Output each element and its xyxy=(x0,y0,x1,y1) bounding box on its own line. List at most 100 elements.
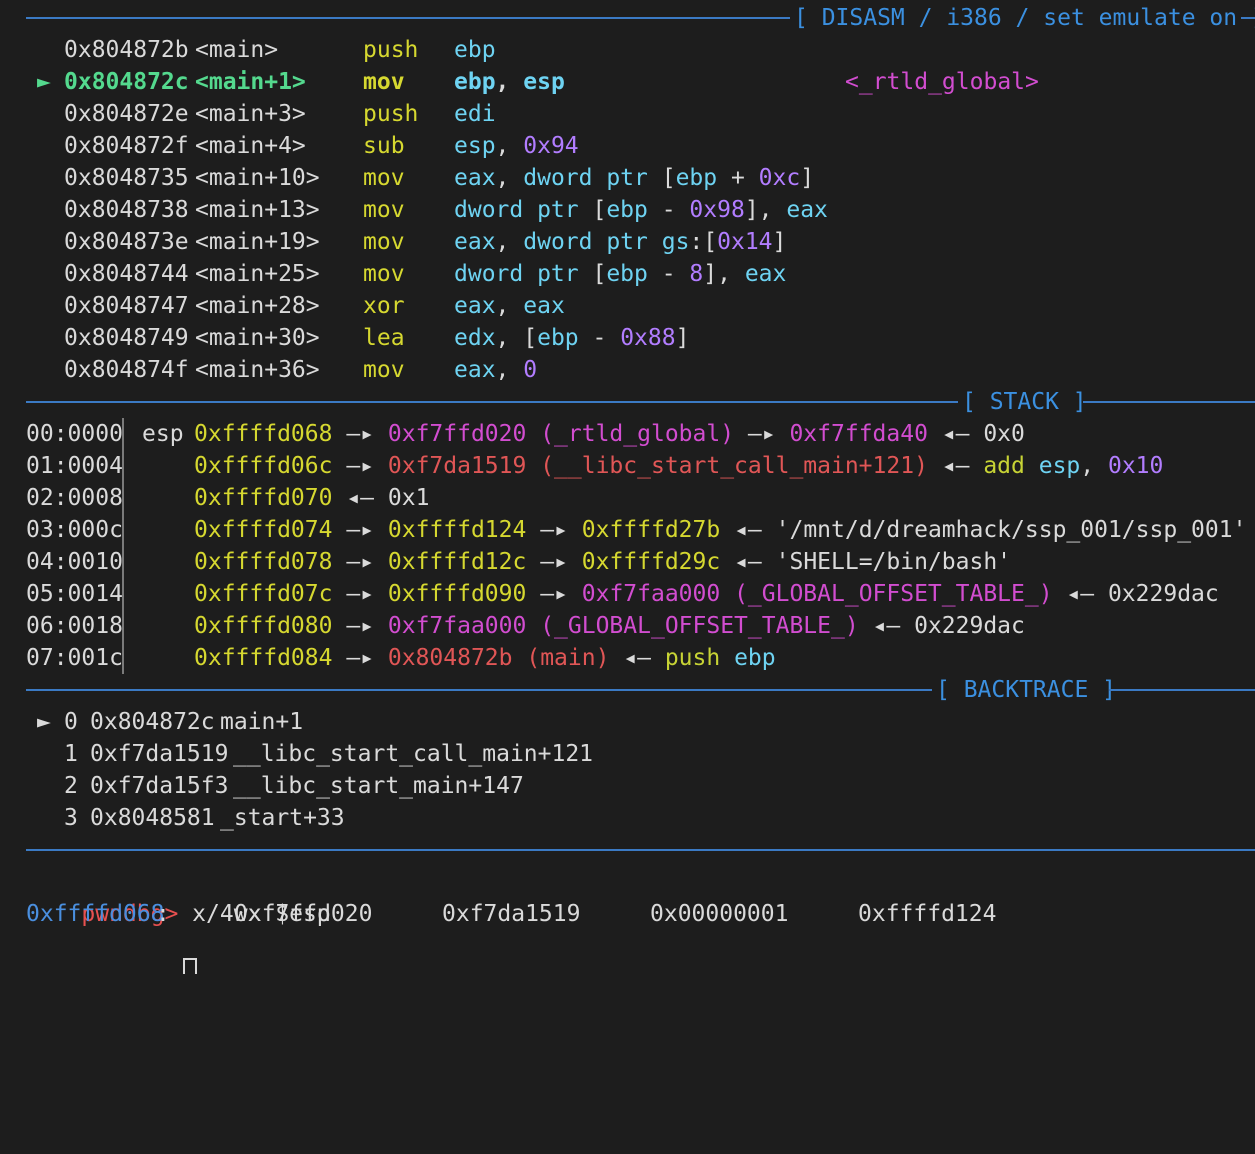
stack-chain-token: 0xffffd074 xyxy=(194,517,333,543)
operand-token: eax xyxy=(454,229,496,255)
stack-row[interactable]: 04:0010 0xffffd078 —▸ 0xffffd12c —▸ 0xfff… xyxy=(0,546,1255,578)
opcode: mov xyxy=(363,229,405,255)
operand-token: esp xyxy=(523,69,565,95)
stack-row[interactable]: 00:0000 esp 0xffffd068 —▸ 0xf7ffd020 (_rtl… xyxy=(0,418,1255,450)
stack-separator-right xyxy=(1083,401,1255,403)
backtrace-frame[interactable]: 3 0x8048581 _start+33 xyxy=(0,802,1255,834)
stack-chain-token: 0xf7faa000 (_GLOBAL_OFFSET_TABLE_) xyxy=(581,581,1053,607)
stack-chain-token: ◂— xyxy=(332,485,388,511)
operand-token: dword ptr xyxy=(454,261,579,287)
stack-offset: 03:000c xyxy=(26,517,123,543)
stack-value-chain: 0xffffd084 —▸ 0x804872b (main) ◂— push e… xyxy=(194,642,776,674)
disasm-line[interactable]: 0x8048747 <main+28> xor eax, eax xyxy=(0,290,1255,322)
disasm-line[interactable]: 0x8048735 <main+10> mov eax, dword ptr [ebp… xyxy=(0,162,1255,194)
stack-chain-token: 0x0 xyxy=(983,421,1025,447)
operand-token: , xyxy=(495,293,524,319)
stack-row[interactable]: 05:0014 0xffffd07c —▸ 0xffffd090 —▸ 0xf7f… xyxy=(0,578,1255,610)
stack-chain-token: 0xffffd06c xyxy=(194,453,333,479)
stack-offset: 02:0008 xyxy=(26,485,123,511)
operand-token: ] xyxy=(800,165,815,191)
stack-chain-token: 0xffffd070 xyxy=(194,485,333,511)
disasm-line[interactable]: 0x804873e <main+19> mov eax, dword ptr gs:[… xyxy=(0,226,1255,258)
stack-value-chain: 0xffffd080 —▸ 0xf7faa000 (_GLOBAL_OFFSET… xyxy=(194,610,1025,642)
disasm-line[interactable]: 0x804872b <main> push ebp xyxy=(0,34,1255,66)
operand-token: eax xyxy=(454,165,496,191)
frame-index: 3 xyxy=(64,805,78,831)
operand-token: edx xyxy=(454,325,496,351)
stack-chain-token: ◂— xyxy=(1052,581,1108,607)
operand-token: eax xyxy=(454,293,496,319)
stack-row[interactable]: 06:0018 0xffffd080 —▸ 0xf7faa000 (_GLOBAL… xyxy=(0,610,1255,642)
stack-value-chain: 0xffffd068 —▸ 0xf7ffd020 (_rtld_global) … xyxy=(194,418,1025,450)
operand-token: dword ptr gs xyxy=(523,229,690,255)
stack-register: esp xyxy=(142,421,184,447)
stack-row[interactable]: 07:001c 0xffffd084 —▸ 0x804872b (main) ◂—… xyxy=(0,642,1255,674)
disasm-line[interactable]: 0x804872f <main+4> sub esp, 0x94 xyxy=(0,130,1255,162)
stack-chain-token: 0x804872b (main) xyxy=(387,645,610,671)
stack-chain-token: —▸ xyxy=(332,517,388,543)
disasm-line[interactable]: 0x8048749 <main+30> lea edx, [ebp - 0x88] xyxy=(0,322,1255,354)
operands: dword ptr [ebp - 0x98], eax xyxy=(454,194,828,226)
operand-token: [ xyxy=(647,165,676,191)
disasm-line[interactable]: 0x8048744 <main+25> mov dword ptr [ebp - 8]… xyxy=(0,258,1255,290)
operand-token: - xyxy=(647,261,690,287)
console-separator xyxy=(26,849,1255,851)
operand-token: 0x88 xyxy=(620,325,676,351)
symbol-offset: <main+4> xyxy=(195,133,306,159)
instruction-address: 0x804873e xyxy=(64,229,189,255)
symbol-offset: <main+28> xyxy=(195,293,320,319)
frame-function: __libc_start_main+147 xyxy=(233,773,524,799)
operand-token: - xyxy=(578,325,621,351)
operand-token: dword ptr xyxy=(523,165,648,191)
operand-token: :[ xyxy=(689,229,718,255)
opcode: sub xyxy=(363,133,405,159)
stack-chain-token: 0xffffd068 xyxy=(194,421,333,447)
operand-token: ] xyxy=(772,229,787,255)
operand-token: [ xyxy=(578,197,607,223)
stack-header: [ STACK ] xyxy=(962,389,1087,415)
symbol-offset: <main+30> xyxy=(195,325,320,351)
backtrace-frame[interactable]: 2 0xf7da15f3 __libc_start_main+147 xyxy=(0,770,1255,802)
stack-chain-token: —▸ xyxy=(332,549,388,575)
disasm-line[interactable]: 0x8048738 <main+13> mov dword ptr [ebp - 0x… xyxy=(0,194,1255,226)
frame-address: 0xf7da1519 xyxy=(90,741,229,767)
command-line[interactable]: pwndbg> x/4wx $esp xyxy=(26,866,330,927)
stack-chain-token: 0x1 xyxy=(387,485,430,511)
stack-chain-token: 0xf7ffda40 xyxy=(789,421,928,447)
operand-token: [ xyxy=(578,261,607,287)
opcode: mov xyxy=(363,197,405,223)
frame-address: 0x804872c xyxy=(90,709,215,735)
command-output: 0xffffd068 : 0xf7ffd020 0xf7da1519 0x000… xyxy=(26,898,1255,930)
instruction-address: 0x8048735 xyxy=(64,165,189,191)
input-line[interactable] xyxy=(128,926,198,974)
operands: esp, 0x94 xyxy=(454,130,579,162)
stack-chain-token: —▸ xyxy=(734,421,790,447)
stack-chain-token: esp xyxy=(1038,453,1081,479)
symbol-offset: <main+19> xyxy=(195,229,320,255)
frame-address: 0x8048581 xyxy=(90,805,215,831)
stack-row[interactable]: 02:0008 0xffffd070 ◂— 0x1 xyxy=(0,482,1255,514)
operand-token: , xyxy=(495,165,524,191)
stack-row[interactable]: 01:0004 0xffffd06c —▸ 0xf7da1519 (__libc_… xyxy=(0,450,1255,482)
text-cursor xyxy=(183,958,198,974)
output-word: 0xf7ffd020 xyxy=(234,901,373,927)
operand-token: - xyxy=(647,197,690,223)
disasm-line[interactable]: 0x804874f <main+36> mov eax, 0 xyxy=(0,354,1255,386)
instruction-address: 0x804872b xyxy=(64,37,189,63)
backtrace-separator-left xyxy=(26,689,932,691)
terminal-window[interactable]: [ DISASM / i386 / set emulate on ] 0x804… xyxy=(0,0,1255,974)
operand-token: , xyxy=(495,229,524,255)
instruction-address: 0x8048747 xyxy=(64,293,189,319)
disasm-line[interactable]: 0x804872e <main+3> push edi xyxy=(0,98,1255,130)
stack-chain-token: , xyxy=(1080,453,1108,479)
backtrace-frame[interactable]: ► 0 0x804872c main+1 xyxy=(0,706,1255,738)
output-word: 0xffffd124 xyxy=(858,901,997,927)
backtrace-frame[interactable]: 1 0xf7da1519 __libc_start_call_main+121 xyxy=(0,738,1255,770)
disasm-current-line[interactable]: ► 0x804872c <main+1> mov ebp, esp <_rtld_glob… xyxy=(0,66,1255,98)
stack-row[interactable]: 03:000c 0xffffd074 —▸ 0xffffd124 —▸ 0xfff… xyxy=(0,514,1255,546)
stack-value-chain: 0xffffd070 ◂— 0x1 xyxy=(194,482,429,514)
symbol-offset: <main+13> xyxy=(195,197,320,223)
instruction-comment: <_rtld_global> xyxy=(845,69,1039,95)
stack-chain-token: 0xffffd124 xyxy=(387,517,527,543)
operands: eax, dword ptr gs:[0x14] xyxy=(454,226,786,258)
